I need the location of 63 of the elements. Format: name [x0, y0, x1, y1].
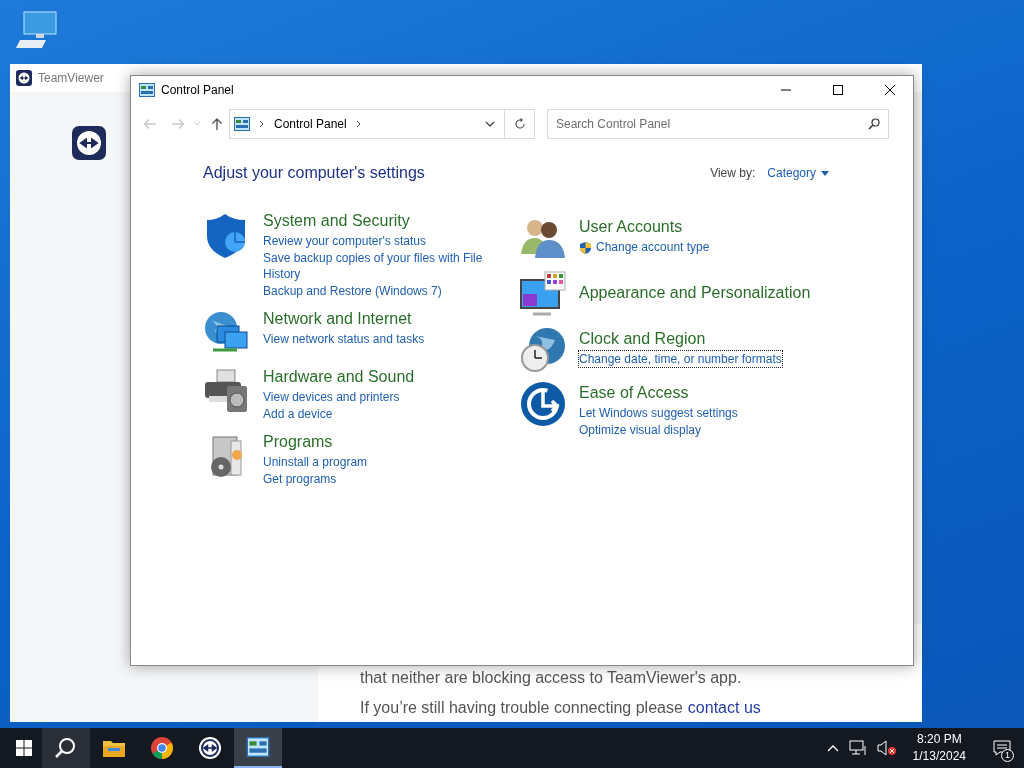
close-icon[interactable]: [884, 84, 896, 96]
task-link[interactable]: Change account type: [596, 239, 710, 255]
caret-icon: [821, 170, 829, 176]
search-field[interactable]: Search Control Panel: [547, 109, 889, 139]
refresh-icon[interactable]: [514, 118, 526, 130]
address-bar[interactable]: Control Panel: [229, 109, 535, 139]
view-by-label: View by:: [710, 166, 756, 180]
window-title: TeamViewer: [38, 71, 104, 85]
chevron-right-icon[interactable]: [259, 120, 265, 128]
speaker-muted-icon[interactable]: [876, 740, 897, 756]
ease-of-access-icon[interactable]: [519, 380, 567, 428]
monitor-palette-icon[interactable]: [519, 270, 567, 318]
up-icon[interactable]: [211, 117, 223, 131]
notifications-button[interactable]: 1: [980, 728, 1024, 768]
clock-date[interactable]: 1/13/2024: [912, 748, 966, 765]
category-link[interactable]: Ease of Access: [579, 384, 829, 402]
window-title: Control Panel: [161, 83, 234, 97]
notification-icon: [993, 740, 1011, 756]
category-link[interactable]: User Accounts: [579, 218, 829, 236]
category-link[interactable]: Programs: [263, 433, 503, 451]
teamviewer-icon: [198, 736, 222, 760]
browser-icon: [150, 736, 174, 760]
search-taskbar-button[interactable]: [42, 728, 90, 768]
control-panel-icon: [139, 83, 155, 97]
clock-time[interactable]: 8:20 PM: [916, 731, 962, 748]
category-link[interactable]: Network and Internet: [263, 310, 503, 328]
globe-clock-icon[interactable]: [519, 326, 567, 374]
folder-icon: [102, 738, 126, 758]
control-panel-icon: [246, 737, 270, 757]
task-link[interactable]: View network status and tasks: [263, 331, 425, 347]
windows-start-icon[interactable]: [16, 740, 32, 756]
paragraph: that neither are blocking access to TeamViewer's app.: [360, 669, 743, 687]
control-panel-taskbar-button[interactable]: [234, 728, 282, 768]
task-link[interactable]: Save backup copies of your files with File History: [263, 250, 503, 282]
chevron-right-icon[interactable]: [355, 120, 362, 128]
teamviewer-logo-icon: [72, 126, 106, 160]
category-link[interactable]: System and Security: [263, 212, 503, 230]
task-link[interactable]: Change date, time, or number formats: [579, 351, 782, 367]
task-link[interactable]: Let Windows suggest settings: [579, 405, 738, 421]
control-panel-icon: [234, 117, 250, 131]
task-link[interactable]: Get programs: [263, 471, 337, 487]
task-link[interactable]: Optimize visual display: [579, 422, 702, 438]
network-icon[interactable]: [848, 740, 867, 756]
contact-link[interactable]: contact us: [687, 699, 761, 716]
chevron-up-icon[interactable]: [826, 744, 839, 752]
breadcrumb[interactable]: Control Panel: [274, 117, 347, 131]
computer-icon[interactable]: [16, 10, 60, 50]
paragraph: If you’re still having trouble connecting please contact us: [360, 699, 762, 717]
task-link[interactable]: Review your computer's status: [263, 233, 427, 249]
task-link[interactable]: Backup and Restore (Windows 7): [263, 283, 442, 299]
dropdown-caret-icon[interactable]: [485, 121, 495, 127]
search-icon: [54, 736, 78, 760]
maximize-icon[interactable]: [832, 84, 844, 96]
category-link[interactable]: Hardware and Sound: [263, 368, 503, 386]
task-link[interactable]: Add a device: [263, 406, 333, 422]
page-heading: Adjust your computer's settings: [203, 164, 425, 182]
category-link[interactable]: Clock and Region: [579, 330, 829, 348]
view-by-dropdown[interactable]: Category: [767, 166, 829, 180]
task-link[interactable]: View devices and printers: [263, 389, 400, 405]
search-icon: [868, 118, 880, 130]
task-link[interactable]: Uninstall a program: [263, 454, 368, 470]
teamviewer-icon: [16, 70, 32, 86]
category-link[interactable]: Appearance and Personalization: [579, 283, 829, 302]
